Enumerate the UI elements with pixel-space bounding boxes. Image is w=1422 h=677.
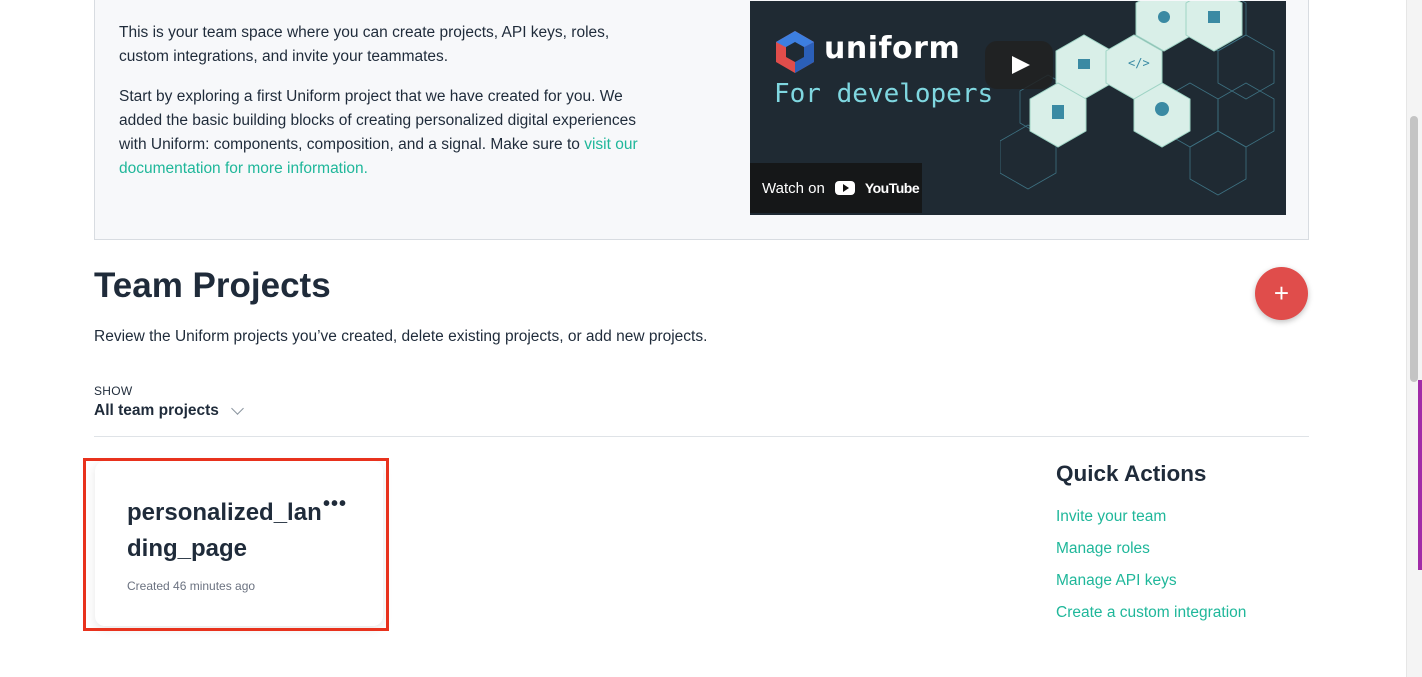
intro-text: This is your team space where you can cr… (119, 21, 659, 197)
watch-on-youtube-button[interactable]: Watch on YouTube (750, 163, 922, 213)
quick-actions-list: Invite your team Manage roles Manage API… (1056, 508, 1246, 636)
uniform-logo-icon (776, 31, 814, 73)
video-tagline: For developers (774, 79, 994, 109)
vertical-scrollbar[interactable] (1406, 0, 1422, 677)
video-embed[interactable]: uniform For developers </> Watch on YouT… (750, 1, 1286, 215)
watch-on-label: Watch on (762, 179, 825, 197)
svg-text:</>: </> (1128, 56, 1150, 70)
manage-roles-link[interactable]: Manage roles (1056, 540, 1150, 557)
filter-label: SHOW (94, 384, 133, 398)
intro-panel: This is your team space where you can cr… (94, 0, 1309, 240)
invite-team-link[interactable]: Invite your team (1056, 508, 1166, 525)
create-integration-link[interactable]: Create a custom integration (1056, 604, 1246, 621)
window-edge-accent (1418, 380, 1422, 570)
video-brand: uniform (824, 31, 961, 66)
chevron-down-icon (231, 402, 244, 415)
plus-icon: + (1273, 278, 1290, 308)
intro-paragraph-1: This is your team space where you can cr… (119, 24, 610, 65)
scrollbar-thumb[interactable] (1410, 116, 1418, 382)
selection-highlight (83, 458, 389, 631)
filter-selected-value: All team projects (94, 402, 219, 419)
intro-paragraph-2: Start by exploring a first Uniform proje… (119, 85, 659, 181)
quick-action-item: Invite your team (1056, 508, 1246, 540)
quick-action-item: Manage roles (1056, 540, 1246, 572)
youtube-icon (834, 181, 855, 195)
page-description: Review the Uniform projects you’ve creat… (94, 328, 708, 345)
quick-actions-title: Quick Actions (1056, 461, 1207, 486)
quick-action-item: Create a custom integration (1056, 604, 1246, 636)
divider (94, 436, 1309, 437)
youtube-wordmark: YouTube (864, 180, 920, 196)
project-filter-dropdown[interactable]: All team projects (94, 402, 244, 420)
manage-api-keys-link[interactable]: Manage API keys (1056, 572, 1177, 589)
hexagon-grid-illustration: </> (1000, 1, 1275, 196)
intro-paragraph-2-text: Start by exploring a first Uniform proje… (119, 88, 636, 153)
page-title: Team Projects (94, 266, 331, 305)
play-button[interactable] (985, 41, 1053, 89)
quick-action-item: Manage API keys (1056, 572, 1246, 604)
add-project-button[interactable]: + (1255, 267, 1308, 320)
